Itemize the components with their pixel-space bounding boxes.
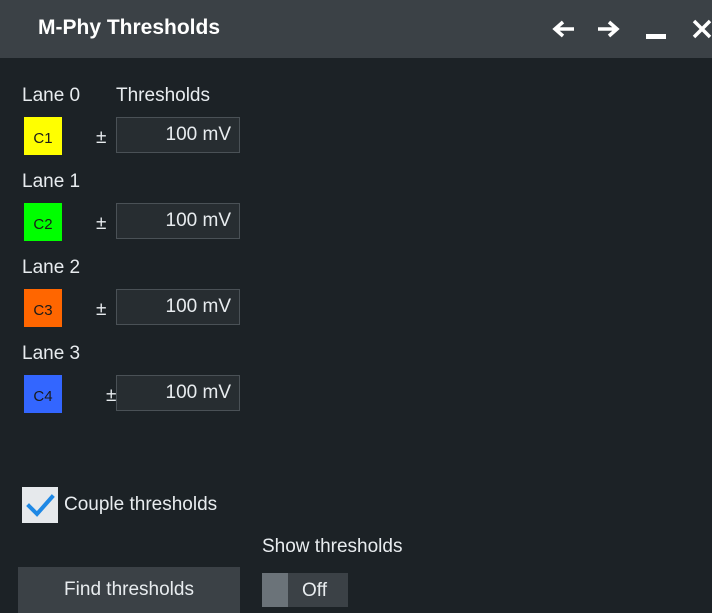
lane-label: Lane 2 <box>22 257 81 278</box>
plus-minus-symbol: ± <box>96 213 107 234</box>
arrow-left-icon[interactable] <box>550 15 578 43</box>
show-thresholds-label: Show thresholds <box>262 536 403 557</box>
toggle-knob[interactable] <box>262 573 288 607</box>
couple-thresholds-label: Couple thresholds <box>64 494 218 515</box>
lane-label: Lane 0 <box>22 85 81 106</box>
threshold-input[interactable]: 100 mV <box>116 203 240 239</box>
lane-label: Lane 3 <box>22 343 81 364</box>
arrow-right-icon[interactable] <box>594 15 622 43</box>
toggle-state: Off <box>302 580 327 601</box>
title-bar: M-Phy Thresholds <box>0 0 712 58</box>
window-title: M-Phy Thresholds <box>38 16 221 39</box>
threshold-input[interactable]: 100 mV <box>116 289 240 325</box>
find-thresholds-label: Find thresholds <box>64 579 194 600</box>
channel-badge[interactable]: C1 <box>24 117 62 155</box>
plus-minus-symbol: ± <box>96 127 107 148</box>
couple-thresholds-checkbox[interactable] <box>22 487 58 523</box>
channel-badge[interactable]: C4 <box>24 375 62 413</box>
channel-badge[interactable]: C2 <box>24 203 62 241</box>
checkmark-icon <box>26 494 55 517</box>
minimize-icon[interactable] <box>642 15 670 43</box>
channel-badge[interactable]: C3 <box>24 289 62 327</box>
close-icon[interactable] <box>688 15 712 43</box>
show-thresholds-toggle[interactable]: Off <box>262 573 348 607</box>
plus-minus-symbol: ± <box>106 385 117 406</box>
threshold-input[interactable]: 100 mV <box>116 375 240 411</box>
plus-minus-symbol: ± <box>96 299 107 320</box>
thresholds-header: Thresholds <box>116 85 210 106</box>
lane-label: Lane 1 <box>22 171 81 192</box>
threshold-input[interactable]: 100 mV <box>116 117 240 153</box>
find-thresholds-button[interactable]: Find thresholds <box>18 567 240 613</box>
